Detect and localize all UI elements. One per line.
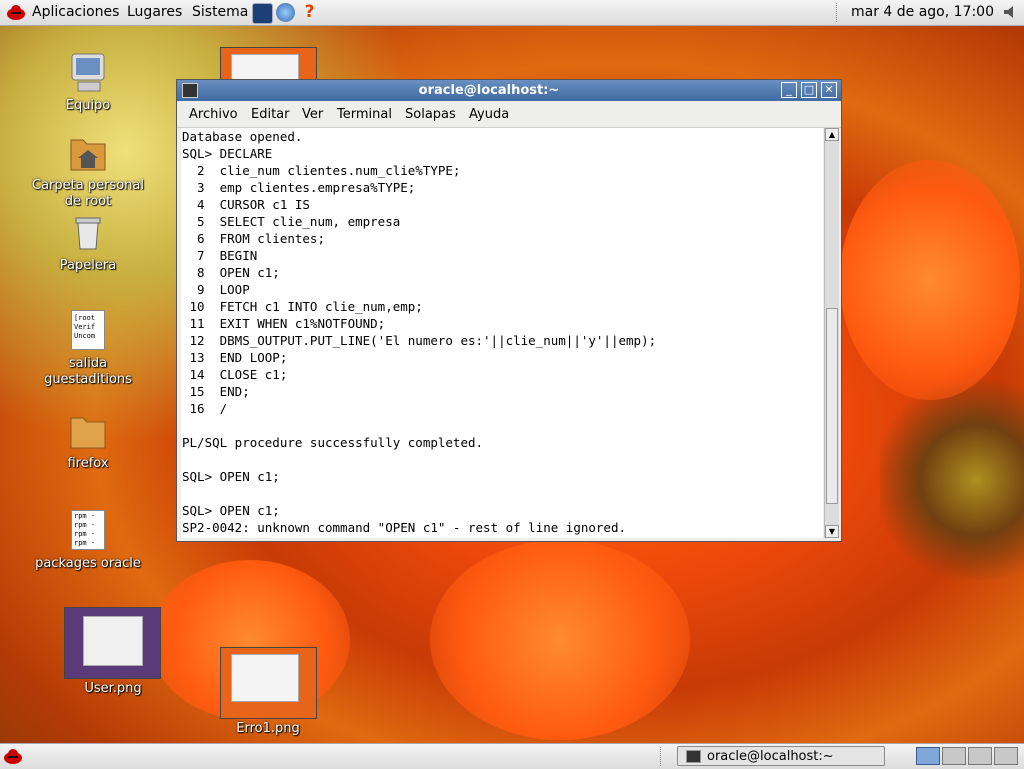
wallpaper-petal	[430, 540, 690, 740]
desktop-icon-label: Papelera	[59, 258, 117, 273]
terminal-line: SQL> DECLARE	[182, 146, 273, 161]
terminal-output[interactable]: Database opened. SQL> DECLARE 2 clie_num …	[181, 128, 823, 538]
terminal-line: 10 FETCH c1 INTO clie_num,emp;	[182, 299, 423, 314]
menu-editar[interactable]: Editar	[251, 107, 290, 122]
terminal-line: SP2-0042: unknown command "OPEN c1" - re…	[182, 520, 627, 535]
desktop-icon-firefox[interactable]: firefox	[23, 412, 153, 472]
file-preview-line: [root	[74, 314, 96, 322]
file-preview-line: rpm -	[74, 521, 96, 529]
wallpaper-petal	[840, 160, 1020, 400]
desktop-icon-label: User.png	[84, 681, 142, 696]
trash-icon	[75, 217, 101, 250]
workspace-3[interactable]	[968, 747, 992, 765]
panel-separator	[660, 747, 661, 766]
file-preview-line: Uncom	[74, 332, 96, 340]
scroll-up-button[interactable]: ▲	[825, 128, 839, 141]
menu-lugares[interactable]: Lugares	[127, 4, 182, 20]
terminal-window[interactable]: oracle@localhost:~ _ □ ✕ Archivo Editar …	[176, 79, 842, 542]
desktop-icon-label: Equipo	[65, 98, 111, 113]
desktop-icon-label: Erro1.png	[236, 721, 300, 736]
menu-archivo[interactable]: Archivo	[189, 107, 238, 122]
maximize-button[interactable]: □	[801, 82, 817, 98]
folder-icon	[70, 417, 106, 449]
bottom-panel: oracle@localhost:~	[0, 743, 1024, 769]
vertical-scrollbar[interactable]: ▲ ▼	[824, 128, 839, 538]
terminal-line: PL/SQL procedure successfully completed.	[182, 435, 484, 450]
file-preview-line: rpm -	[74, 512, 96, 520]
terminal-line: 3 emp clientes.empresa%TYPE;	[182, 180, 416, 195]
terminal-line: SQL> OPEN c1;	[182, 469, 280, 484]
redhat-logo-icon[interactable]	[6, 2, 26, 22]
terminal-line: 15 END;	[182, 384, 250, 399]
desktop-icon-home-folder[interactable]: Carpeta personal de root	[23, 132, 153, 210]
menu-terminal[interactable]: Terminal	[337, 107, 392, 122]
menu-aplicaciones[interactable]: Aplicaciones	[32, 4, 119, 20]
terminal-line: 2 clie_num clientes.num_clie%TYPE;	[182, 163, 461, 178]
desktop-icon-label: packages oracle	[35, 556, 141, 571]
window-menubar: Archivo Editar Ver Terminal Solapas Ayud…	[177, 101, 841, 128]
panel-separator	[836, 3, 839, 22]
desktop-icon-equipo[interactable]: Equipo	[23, 52, 153, 114]
web-browser-launcher-icon[interactable]	[276, 3, 295, 22]
desktop-icon-label: firefox	[67, 456, 109, 471]
minimize-button[interactable]: _	[781, 82, 797, 98]
terminal-text: Database opened. SQL> DECLARE 2 clie_num …	[181, 128, 823, 536]
show-desktop-icon[interactable]	[3, 746, 23, 766]
volume-icon[interactable]	[1002, 4, 1018, 20]
desktop-icon-user-png[interactable]: User.png	[48, 681, 178, 697]
window-title: oracle@localhost:~	[418, 83, 560, 98]
terminal-line: 11 EXIT WHEN c1%NOTFOUND;	[182, 316, 386, 331]
desktop-icon-erro1-png[interactable]: Erro1.png	[203, 721, 333, 737]
image-thumbnail-erro1[interactable]	[220, 647, 317, 719]
text-file-icon: rpm - rpm - rpm - rpm -	[71, 510, 105, 550]
desktop-icon-papelera[interactable]: Papelera	[23, 212, 153, 274]
terminal-line: 12 DBMS_OUTPUT.PUT_LINE('El numero es:'|…	[182, 333, 657, 348]
desktop-icon-label: Carpeta personal de root	[32, 178, 144, 209]
terminal-launcher-icon[interactable]	[252, 3, 273, 24]
home-folder-icon	[70, 139, 106, 171]
workspace-2[interactable]	[942, 747, 966, 765]
workspace-1[interactable]	[916, 747, 940, 765]
image-thumbnail-user[interactable]	[64, 607, 161, 679]
desktop-icon-label: salida guestaditions	[44, 356, 132, 387]
image-thumbnail-partial[interactable]	[220, 47, 317, 84]
terminal-line: 9 LOOP	[182, 282, 250, 297]
menu-sistema[interactable]: Sistema	[192, 4, 248, 20]
terminal-line: 16 /	[182, 401, 228, 416]
desktop-icon-salida-guestaditions[interactable]: [root Verif Uncom salida guestaditions	[23, 310, 153, 388]
terminal-line: SQL> OPEN c1;	[182, 503, 280, 518]
window-titlebar[interactable]: oracle@localhost:~ _ □ ✕	[177, 80, 841, 101]
file-preview-line: Verif	[74, 323, 96, 331]
menu-ayuda[interactable]: Ayuda	[469, 107, 509, 122]
terminal-line: 6 FROM clientes;	[182, 231, 325, 246]
scrollbar-thumb[interactable]	[826, 308, 838, 504]
help-icon[interactable]: ?	[300, 3, 319, 22]
menu-ver[interactable]: Ver	[302, 107, 323, 122]
desktop-icon-packages-oracle[interactable]: rpm - rpm - rpm - rpm - packages oracle	[23, 510, 153, 572]
close-button[interactable]: ✕	[821, 82, 837, 98]
terminal-icon	[686, 750, 701, 763]
wallpaper-flower-center	[880, 380, 1024, 580]
terminal-line: 4 CURSOR c1 IS	[182, 197, 310, 212]
terminal-line: Database opened.	[182, 129, 303, 144]
terminal-line: 5 SELECT clie_num, empresa	[182, 214, 401, 229]
top-panel: Aplicaciones Lugares Sistema ? mar 4 de …	[0, 0, 1024, 26]
terminal-line: 14 CLOSE c1;	[182, 367, 288, 382]
scroll-down-button[interactable]: ▼	[825, 525, 839, 538]
terminal-line: 7 BEGIN	[182, 248, 258, 263]
file-preview-line: rpm -	[74, 530, 96, 538]
text-file-icon: [root Verif Uncom	[71, 310, 105, 350]
computer-icon	[71, 53, 105, 92]
taskbar-button-terminal[interactable]: oracle@localhost:~	[677, 746, 885, 766]
terminal-line: 13 END LOOP;	[182, 350, 288, 365]
clock[interactable]: mar 4 de ago, 17:00	[851, 4, 994, 20]
taskbar-button-label: oracle@localhost:~	[707, 749, 834, 764]
menu-solapas[interactable]: Solapas	[405, 107, 456, 122]
terminal-line: 8 OPEN c1;	[182, 265, 280, 280]
workspace-4[interactable]	[994, 747, 1018, 765]
file-preview-line: rpm -	[74, 539, 96, 547]
